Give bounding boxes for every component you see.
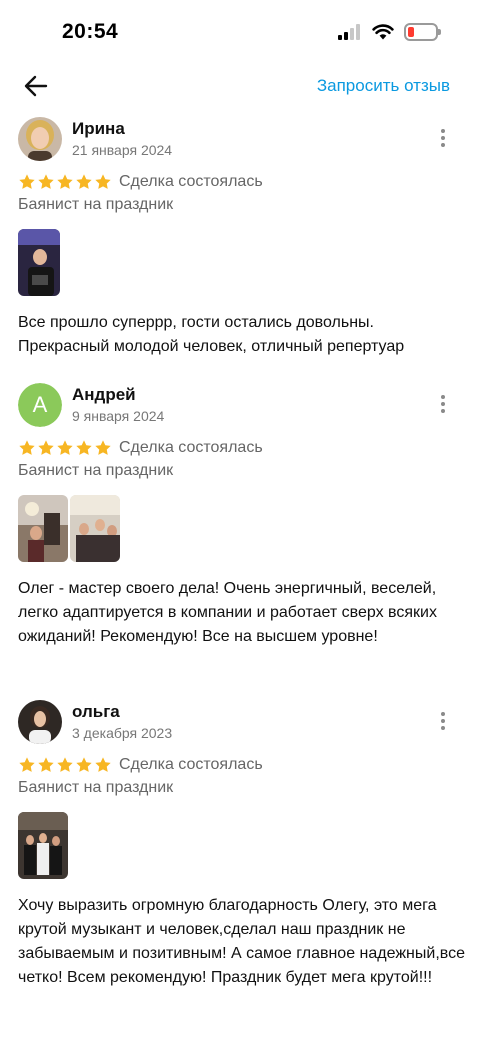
star-icon	[19, 440, 35, 455]
review-date: 9 января 2024	[72, 408, 165, 424]
review-text: Олег - мастер своего дела! Очень энергич…	[18, 580, 437, 645]
dot	[441, 143, 445, 147]
review-photo[interactable]	[70, 495, 120, 562]
star-icon	[57, 757, 73, 772]
review-text: Все прошло суперрр, гости остались довол…	[18, 314, 405, 355]
dot	[441, 712, 445, 716]
star-rating	[18, 173, 112, 191]
review-service: Баянист на праздник	[18, 196, 174, 213]
star-icon	[38, 174, 54, 189]
more-options-button[interactable]	[436, 710, 450, 732]
review-date: 3 декабря 2023	[72, 725, 173, 741]
battery-icon	[404, 23, 441, 41]
dot	[441, 726, 445, 730]
more-options-button[interactable]	[436, 393, 450, 415]
star-icon	[95, 440, 111, 455]
star-icon	[38, 440, 54, 455]
review-card: Ирина 21 января 2024 Сделка состоялась Б…	[0, 117, 480, 362]
review-author: Ирина	[72, 119, 125, 138]
back-button[interactable]	[22, 72, 50, 100]
rating-row: Сделка состоялась	[18, 437, 263, 459]
review-date: 21 января 2024	[72, 142, 173, 158]
dot	[441, 719, 445, 723]
review-service: Баянист на праздник	[18, 462, 174, 479]
review-photo[interactable]	[18, 229, 60, 296]
rating-row: Сделка состоялась	[18, 754, 263, 776]
avatar[interactable]: А	[18, 383, 62, 427]
star-rating	[18, 756, 112, 774]
more-options-button[interactable]	[436, 127, 450, 149]
avatar[interactable]	[18, 117, 62, 161]
arrow-left-icon	[24, 75, 48, 97]
star-rating	[18, 439, 112, 457]
star-icon	[19, 174, 35, 189]
dot	[441, 402, 445, 406]
star-icon	[95, 757, 111, 772]
avatar-photo	[18, 117, 62, 161]
review-photo[interactable]	[18, 812, 68, 879]
review-text: Хочу выразить огромную благодарность Оле…	[18, 897, 465, 986]
deal-status: Сделка состоялась	[119, 173, 263, 190]
review-photos	[18, 495, 120, 562]
avatar[interactable]	[18, 700, 62, 744]
star-icon	[57, 440, 73, 455]
star-icon	[76, 174, 92, 189]
star-icon	[95, 174, 111, 189]
star-icon	[76, 440, 92, 455]
star-icon	[76, 757, 92, 772]
request-review-link[interactable]: Запросить отзыв	[317, 76, 450, 96]
deal-status: Сделка состоялась	[119, 439, 263, 456]
dot	[441, 136, 445, 140]
review-photos	[18, 229, 60, 296]
star-icon	[38, 757, 54, 772]
nav-bar: Запросить отзыв	[0, 64, 480, 108]
status-bar: 20:54	[0, 0, 480, 64]
dot	[441, 129, 445, 133]
dot	[441, 409, 445, 413]
signal-icon	[338, 24, 360, 40]
review-card: ольга 3 декабря 2023 Сделка состоялась Б…	[0, 700, 480, 1020]
review-author: Андрей	[72, 385, 136, 404]
review-author: ольга	[72, 702, 120, 721]
review-service: Баянист на праздник	[18, 779, 174, 796]
review-photos	[18, 812, 68, 879]
avatar-letter: А	[18, 383, 62, 427]
deal-status: Сделка состоялась	[119, 756, 263, 773]
review-photo[interactable]	[18, 495, 68, 562]
wifi-icon	[372, 24, 394, 40]
avatar-photo	[18, 700, 62, 744]
status-icons	[338, 22, 441, 42]
star-icon	[19, 757, 35, 772]
status-time: 20:54	[62, 20, 119, 43]
star-icon	[57, 174, 73, 189]
dot	[441, 395, 445, 399]
rating-row: Сделка состоялась	[18, 171, 263, 193]
review-card: А Андрей 9 января 2024 Сделка состоялась…	[0, 383, 480, 673]
